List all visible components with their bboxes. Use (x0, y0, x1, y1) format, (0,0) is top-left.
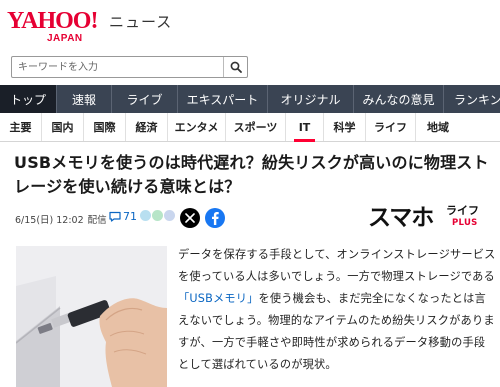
publisher-logo-sub: ライフ (446, 204, 479, 217)
reaction-face-icon (152, 210, 163, 221)
publisher-logo-main: スマホ (368, 205, 434, 231)
cat-item-main[interactable]: 主要 (0, 113, 42, 141)
usb-memory-link[interactable]: 「USBメモリ」 (178, 292, 259, 305)
search-icon (230, 61, 242, 73)
nav-item-breaking[interactable]: 速報 (57, 85, 112, 113)
article-body-text-1: データを保存する手段として、オンラインストレージサービスを使っている人は多いでし… (178, 248, 496, 283)
category-nav: 主要 国内 国際 経済 エンタメ スポーツ IT 科学 ライフ 地域 (0, 113, 500, 142)
nav-item-expert[interactable]: エキスパート (178, 85, 268, 113)
article-photo[interactable] (16, 246, 167, 387)
publisher-logo[interactable]: スマホ ライフ PLUS (368, 203, 492, 237)
article-body: データを保存する手段として、オンラインストレージサービスを使っている人は多いでし… (178, 244, 496, 376)
reaction-icons (140, 210, 175, 221)
logo-wordmark: YAHOO! (7, 8, 98, 34)
cat-item-life[interactable]: ライフ (366, 113, 416, 141)
main-nav: トップ 速報 ライブ エキスパート オリジナル みんなの意見 ランキン (0, 85, 500, 113)
logo-subtext: JAPAN (47, 33, 83, 44)
search-button[interactable] (223, 57, 247, 77)
search-box (11, 56, 248, 78)
comment-count: 71 (123, 210, 137, 223)
share-x-button[interactable] (180, 208, 200, 228)
nav-item-top[interactable]: トップ (0, 85, 57, 113)
article-meta: 6/15(日) 12:02 配信 (15, 212, 107, 226)
comment-icon (109, 211, 121, 222)
cat-item-it[interactable]: IT (286, 113, 324, 142)
article-headline: USBメモリを使うのは時代遅れ？紛失リスクが高いのに物理ストレージを使い続ける意… (14, 153, 489, 196)
reaction-face-icon (164, 210, 175, 221)
reaction-face-icon (140, 210, 151, 221)
site-header: YAHOO! JAPAN ニュース (0, 0, 500, 50)
cat-item-local[interactable]: 地域 (416, 113, 460, 141)
yahoo-japan-logo[interactable]: YAHOO! JAPAN (7, 9, 111, 47)
cat-item-domestic[interactable]: 国内 (42, 113, 84, 141)
facebook-logo-icon (212, 212, 219, 225)
x-logo-icon (185, 213, 195, 223)
publish-status: 配信 (87, 215, 107, 226)
usb-hand-illustration (16, 246, 167, 387)
nav-item-opinions[interactable]: みんなの意見 (354, 85, 444, 113)
cat-item-science[interactable]: 科学 (324, 113, 366, 141)
section-title[interactable]: ニュース (109, 11, 172, 32)
search-input[interactable] (12, 57, 225, 77)
nav-item-live[interactable]: ライブ (112, 85, 178, 113)
cat-item-entertainment[interactable]: エンタメ (168, 113, 226, 141)
share-facebook-button[interactable] (205, 208, 225, 228)
cat-item-world[interactable]: 国際 (84, 113, 126, 141)
cat-item-economy[interactable]: 経済 (126, 113, 168, 141)
comment-link[interactable]: 71 (109, 210, 137, 223)
publisher-logo-plus: PLUS (452, 218, 478, 228)
nav-item-original[interactable]: オリジナル (268, 85, 354, 113)
nav-item-ranking[interactable]: ランキン (444, 85, 500, 113)
publish-date: 6/15(日) 12:02 (15, 215, 84, 226)
cat-item-sports[interactable]: スポーツ (226, 113, 286, 141)
